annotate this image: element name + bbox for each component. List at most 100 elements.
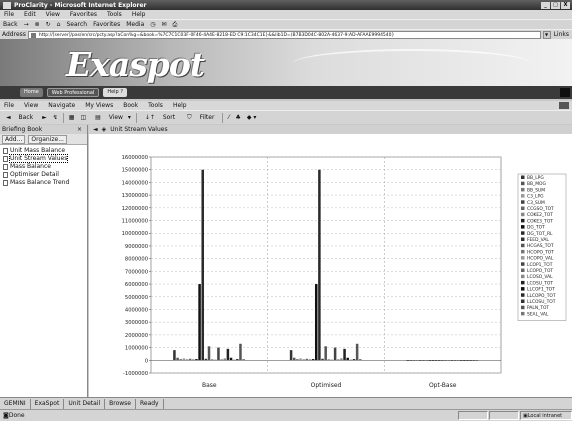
- app-menu-help[interactable]: Help: [173, 102, 187, 109]
- legend-entry: HCOPO_TOT: [527, 249, 554, 255]
- minimize-button[interactable]: _: [541, 1, 550, 9]
- bottom-tab-browse[interactable]: Browse: [105, 398, 136, 409]
- app-menu-my-views[interactable]: My Views: [85, 102, 113, 109]
- legend-swatch: [521, 181, 525, 186]
- legend-entry: LCOP1_TOT: [527, 262, 553, 268]
- maximize-button[interactable]: □: [551, 1, 560, 9]
- view-nav-icon[interactable]: ◄: [93, 126, 98, 133]
- grid-icon[interactable]: ▦: [69, 114, 75, 121]
- y-tick-label: 9000000: [125, 244, 148, 250]
- menu-view[interactable]: View: [46, 11, 60, 18]
- bar-bb_lpg: [173, 350, 176, 361]
- briefing-book-buttons: Add... Organize...: [0, 134, 87, 145]
- tree-item-mass-balance-trend[interactable]: Mass Balance Trend: [3, 179, 84, 186]
- exaspot-banner: Exaspot Home Web Professional Help ?: [0, 39, 572, 99]
- menu-tools[interactable]: Tools: [107, 11, 122, 18]
- bottom-tab-gemini[interactable]: GEMINI: [0, 398, 31, 409]
- bottom-status-ready: Ready: [136, 398, 164, 409]
- add-button[interactable]: Add...: [2, 134, 26, 144]
- back-button[interactable]: Back: [3, 21, 18, 28]
- briefing-book-header: Briefing Book ×: [0, 125, 87, 134]
- view-label: View: [108, 114, 123, 121]
- view-button[interactable]: ▤ View ▾: [92, 114, 131, 121]
- nav-tab-home[interactable]: Home: [20, 88, 43, 97]
- menu-favorites[interactable]: Favorites: [70, 11, 97, 18]
- menu-edit[interactable]: Edit: [24, 11, 36, 18]
- address-dropdown-icon[interactable]: ▼: [542, 30, 551, 39]
- y-tick-label: -1000000: [123, 371, 148, 377]
- app-back-button[interactable]: ◄ Back: [3, 114, 36, 121]
- bar-c3_lpg: [182, 358, 186, 361]
- bar-lcop1_tot: [217, 347, 220, 361]
- app-menu-view[interactable]: View: [24, 102, 38, 109]
- filter-button[interactable]: ⛉ Filter: [184, 114, 217, 122]
- bar-lcosu_tot: [343, 348, 346, 361]
- view-icon: ▤: [95, 114, 103, 121]
- legend-entry: HCGAS_TOT: [527, 243, 554, 249]
- stop-icon[interactable]: ⊗: [35, 21, 40, 28]
- app-menu-file[interactable]: File: [4, 102, 14, 109]
- tree-item-unit-stream-values[interactable]: Unit Stream Values: [3, 154, 84, 163]
- mail-icon[interactable]: ✉: [162, 21, 167, 28]
- links-button[interactable]: Links: [554, 31, 569, 38]
- legend-entry: DG_TOT: [527, 225, 545, 231]
- search-button[interactable]: Search: [66, 21, 87, 28]
- chart-icon[interactable]: ◫: [80, 114, 86, 121]
- organize-button[interactable]: Organize...: [28, 134, 67, 144]
- app-menu-navigate[interactable]: Navigate: [48, 102, 75, 109]
- close-button[interactable]: X: [561, 1, 570, 9]
- legend-swatch: [521, 274, 525, 279]
- app-menu-corner-box: [559, 102, 569, 109]
- ie-app-icon: [3, 1, 11, 9]
- y-tick-label: 13000000: [122, 193, 148, 199]
- legend-entry: BB_SUM: [527, 187, 545, 193]
- page-icon: [3, 163, 8, 170]
- filter-label: Filter: [199, 113, 215, 121]
- drill-icon[interactable]: ↯: [53, 114, 58, 121]
- tree-item-mass-balance[interactable]: Mass Balance: [3, 163, 84, 170]
- status-cell: [458, 411, 488, 420]
- refresh-icon[interactable]: ↻: [46, 21, 51, 28]
- nav-tab-web-professional[interactable]: Web Professional: [46, 88, 100, 97]
- view-title: Unit Stream Values: [110, 126, 168, 133]
- menu-help[interactable]: Help: [132, 11, 146, 18]
- menu-file[interactable]: File: [4, 11, 14, 18]
- app-menu-tools[interactable]: Tools: [148, 102, 163, 109]
- bottom-tab-unit-detail[interactable]: Unit Detail: [64, 398, 106, 409]
- legend-swatch: [521, 200, 525, 204]
- legend-swatch: [521, 268, 525, 272]
- print-icon[interactable]: ⎙: [173, 21, 178, 29]
- y-tick-label: 11000000: [122, 219, 148, 225]
- address-input[interactable]: http://[server]/pas/en/src/pcty.asp?aCon…: [27, 30, 541, 39]
- legend-entry: PALN_TOT: [527, 305, 549, 311]
- legend-swatch: [521, 256, 525, 260]
- highlight-icon[interactable]: ⁄: [228, 114, 229, 121]
- nav-tab-help[interactable]: Help ?: [103, 88, 127, 97]
- toolbar-separator-2: [135, 112, 137, 123]
- sort-button[interactable]: ↓↑ Sort: [142, 114, 178, 121]
- security-zone-label: Local intranet: [527, 412, 563, 419]
- chart-area[interactable]: 16000000 15000000 14000000 13000000 12000000…: [89, 135, 572, 397]
- window-title: ProClarity - Microsoft Internet Explorer: [14, 1, 147, 9]
- bar-llcof1_tot: [229, 357, 233, 361]
- close-pane-icon[interactable]: ×: [77, 126, 82, 133]
- bar-chart[interactable]: 16000000 15000000 14000000 13000000 12000000…: [89, 135, 572, 397]
- app-menu-book[interactable]: Book: [123, 102, 138, 109]
- home-icon[interactable]: ⌂: [57, 21, 61, 28]
- history-icon[interactable]: ◷: [150, 21, 155, 28]
- media-button[interactable]: Media: [126, 21, 144, 28]
- paint-icon[interactable]: ◆ ▾: [247, 114, 257, 121]
- y-tick-label: 5000000: [125, 295, 148, 301]
- y-tick-label: 12000000: [122, 206, 148, 212]
- tree-item-unit-mass-balance[interactable]: Unit Mass Balance: [3, 147, 84, 154]
- favorites-button[interactable]: Favorites: [93, 21, 120, 28]
- exaspot-logo: Exaspot: [66, 45, 205, 84]
- bottom-tab-exaspot[interactable]: ExaSpot: [31, 398, 65, 409]
- bar-bb_mog: [292, 357, 296, 361]
- page-icon: [3, 171, 8, 178]
- forward-icon[interactable]: ►: [42, 114, 47, 121]
- hierarchy-icon[interactable]: ♣: [235, 114, 240, 121]
- back-arrow-icon[interactable]: →: [24, 21, 29, 28]
- bar-dg_tot_rl: [201, 169, 204, 361]
- tree-item-optimiser-detail[interactable]: Optimiser Detail: [3, 171, 84, 178]
